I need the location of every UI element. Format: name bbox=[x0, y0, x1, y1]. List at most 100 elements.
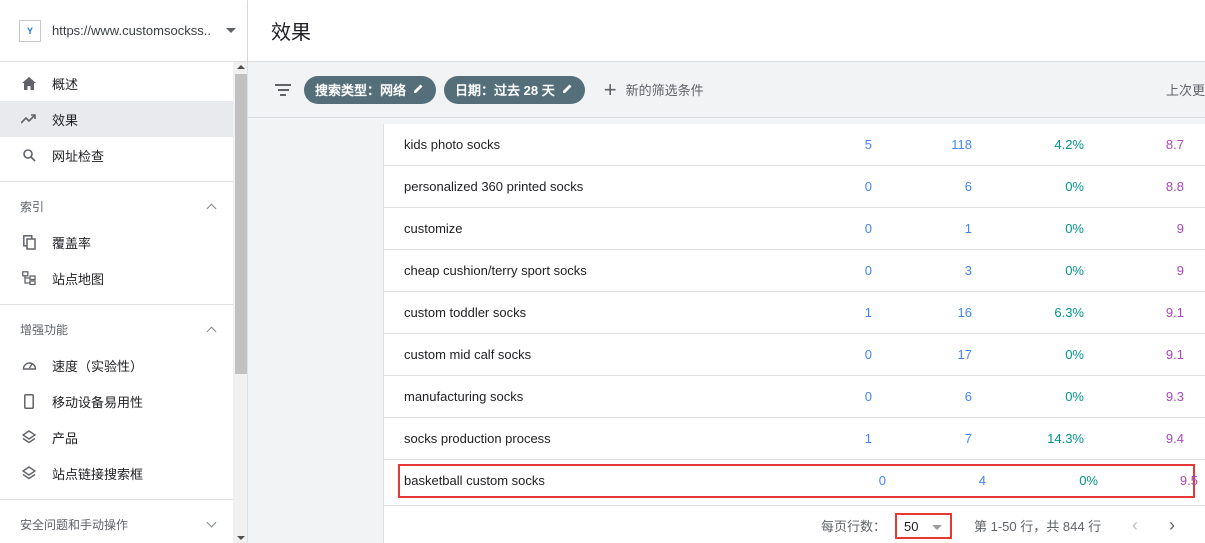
table-body: kids photo socks 5 118 4.2% 8.7 personalized … bbox=[384, 124, 1205, 460]
section-index: 索引 覆盖率 站点地图 bbox=[0, 181, 247, 304]
cell-ctr: 0% bbox=[1079, 473, 1098, 488]
chevron-up-icon[interactable] bbox=[206, 203, 217, 213]
section-enhancements: 增强功能 速度（实验性） 移动设备易用性 产品 站点链接搜索框 bbox=[0, 304, 247, 499]
sidebar-item-url-inspection[interactable]: 网址检查 bbox=[0, 137, 247, 173]
sidebar-item-mobile-usability[interactable]: 移动设备易用性 bbox=[0, 383, 247, 419]
caret-down-icon[interactable] bbox=[226, 28, 236, 33]
sidebar-item-label: 站点链接搜索框 bbox=[52, 466, 144, 482]
filter-chip-search-type[interactable]: 搜索类型：网络 bbox=[304, 75, 437, 104]
section-header-enhancements[interactable]: 增强功能 bbox=[0, 311, 247, 347]
chevron-up-icon[interactable] bbox=[206, 326, 217, 336]
table-row[interactable]: kids photo socks 5 118 4.2% 8.7 bbox=[384, 124, 1205, 166]
cell-query: cheap cushion/terry sport socks bbox=[404, 263, 587, 278]
cell-impressions: 118 bbox=[951, 137, 972, 152]
table-row[interactable]: manufacturing socks 0 6 0% 9.3 bbox=[384, 376, 1205, 418]
cell-impressions: 6 bbox=[964, 389, 972, 404]
cell-position: 9 bbox=[1176, 221, 1184, 236]
filter-chip-date[interactable]: 日期：过去 28 天 bbox=[444, 75, 585, 104]
highlight-wrapper: basketball custom socks 0 4 0% 9.5 bbox=[384, 464, 1205, 506]
cell-ctr: 6.3% bbox=[1054, 305, 1084, 320]
sidebar-item-label: 效果 bbox=[52, 112, 79, 128]
sidebar-item-sitelinks-searchbox[interactable]: 站点链接搜索框 bbox=[0, 455, 247, 491]
table-row[interactable]: cheap cushion/terry sport socks 0 3 0% 9 bbox=[384, 250, 1205, 292]
cell-ctr: 0% bbox=[1065, 221, 1084, 236]
section-header-index[interactable]: 索引 bbox=[0, 188, 247, 224]
dropdown-arrow-icon bbox=[932, 525, 942, 530]
sidebar-scrollbar-thumb[interactable] bbox=[235, 74, 247, 374]
new-filter-button[interactable]: + 新的筛选条件 bbox=[603, 76, 704, 102]
cell-impressions: 17 bbox=[957, 347, 972, 362]
cell-impressions: 16 bbox=[957, 305, 972, 320]
new-filter-label: 新的筛选条件 bbox=[625, 83, 704, 98]
property-selector[interactable]: Y https://www.customsockss.... bbox=[0, 0, 247, 62]
search-icon bbox=[20, 146, 38, 164]
sidebar-item-label: 速度（实验性） bbox=[52, 358, 144, 374]
cell-position: 9.3 bbox=[1165, 389, 1184, 404]
cell-ctr: 14.3% bbox=[1047, 431, 1084, 446]
plus-icon: + bbox=[603, 76, 617, 102]
filter-chip-label: 搜索类型：网络 bbox=[315, 83, 407, 98]
previous-page-icon[interactable]: ‹ bbox=[1132, 515, 1138, 536]
speed-icon bbox=[20, 356, 38, 374]
chevron-down-icon[interactable] bbox=[206, 517, 217, 527]
filter-bar: 搜索类型：网络 日期：过去 28 天 + 新的筛选条件 上次更 bbox=[248, 62, 1205, 118]
section-title: 索引 bbox=[20, 199, 45, 214]
cell-position: 9 bbox=[1176, 263, 1184, 278]
edit-icon[interactable] bbox=[562, 83, 573, 97]
cell-query: basketball custom socks bbox=[404, 473, 545, 488]
cell-position: 9.1 bbox=[1165, 347, 1184, 362]
cell-ctr: 0% bbox=[1065, 389, 1084, 404]
cell-position: 8.8 bbox=[1165, 179, 1184, 194]
rows-per-page-value: 50 bbox=[904, 518, 919, 534]
cell-impressions: 1 bbox=[964, 221, 972, 236]
sidebar-item-coverage[interactable]: 覆盖率 bbox=[0, 224, 247, 260]
cell-query: socks production process bbox=[404, 431, 551, 446]
cell-impressions: 4 bbox=[978, 473, 986, 488]
cell-clicks: 0 bbox=[864, 347, 872, 362]
copy-icon bbox=[20, 233, 38, 251]
edit-icon[interactable] bbox=[413, 83, 424, 97]
page-title: 效果 bbox=[271, 22, 311, 44]
filter-icon[interactable] bbox=[274, 83, 292, 96]
sidebar-scrollbar[interactable] bbox=[233, 62, 247, 543]
rows-per-page-select[interactable]: 50 bbox=[895, 513, 952, 539]
next-page-icon[interactable]: › bbox=[1169, 515, 1175, 536]
sidebar: Y https://www.customsockss.... 概述 效果 网址检… bbox=[0, 0, 248, 543]
cell-query: custom mid calf socks bbox=[404, 347, 532, 362]
table-row[interactable]: custom mid calf socks 0 17 0% 9.1 bbox=[384, 334, 1205, 376]
sidebar-item-speed[interactable]: 速度（实验性） bbox=[0, 347, 247, 383]
cell-position: 9.4 bbox=[1165, 431, 1184, 446]
cell-ctr: 0% bbox=[1065, 347, 1084, 362]
table-row[interactable]: personalized 360 printed socks 0 6 0% 8.8 bbox=[384, 166, 1205, 208]
sidebar-item-performance[interactable]: 效果 bbox=[0, 101, 247, 137]
cell-clicks: 1 bbox=[864, 431, 872, 446]
home-icon bbox=[20, 74, 38, 92]
scroll-down-arrow-icon[interactable] bbox=[237, 536, 245, 540]
scroll-up-arrow-icon[interactable] bbox=[237, 65, 245, 69]
filter-chip-label: 日期：过去 28 天 bbox=[455, 83, 555, 98]
sidebar-item-label: 产品 bbox=[52, 430, 79, 446]
table-row[interactable]: customize 0 1 0% 9 bbox=[384, 208, 1205, 250]
table-row-highlighted[interactable]: basketball custom socks 0 4 0% 9.5 bbox=[398, 464, 1198, 498]
table-row[interactable]: custom toddler socks 1 16 6.3% 9.1 bbox=[384, 292, 1205, 334]
sidebar-item-overview[interactable]: 概述 bbox=[0, 65, 247, 101]
cell-query: manufacturing socks bbox=[404, 389, 524, 404]
table-row[interactable]: socks production process 1 7 14.3% 9.4 bbox=[384, 418, 1205, 460]
section-header-security[interactable]: 安全问题和手动操作 bbox=[0, 506, 247, 542]
sidebar-item-products[interactable]: 产品 bbox=[0, 419, 247, 455]
cell-clicks: 1 bbox=[864, 305, 872, 320]
cell-query: kids photo socks bbox=[404, 137, 501, 152]
cell-impressions: 3 bbox=[964, 263, 972, 278]
cell-clicks: 0 bbox=[864, 179, 872, 194]
cell-position: 9.1 bbox=[1165, 305, 1184, 320]
sidebar-item-label: 网址检查 bbox=[52, 148, 105, 164]
sidebar-item-label: 站点地图 bbox=[52, 271, 105, 287]
section-title: 增强功能 bbox=[20, 322, 69, 337]
cell-query: personalized 360 printed socks bbox=[404, 179, 584, 194]
sidebar-item-sitemaps[interactable]: 站点地图 bbox=[0, 260, 247, 296]
sidebar-item-label: 概述 bbox=[52, 76, 79, 92]
pagination: 每页行数： 50 第 1-50 行，共 844 行 ‹ › bbox=[384, 508, 1205, 543]
property-logo: Y bbox=[19, 19, 41, 42]
queries-table: kids photo socks 5 118 4.2% 8.7 personalized … bbox=[383, 124, 1205, 543]
page-header: 效果 bbox=[248, 0, 1205, 62]
